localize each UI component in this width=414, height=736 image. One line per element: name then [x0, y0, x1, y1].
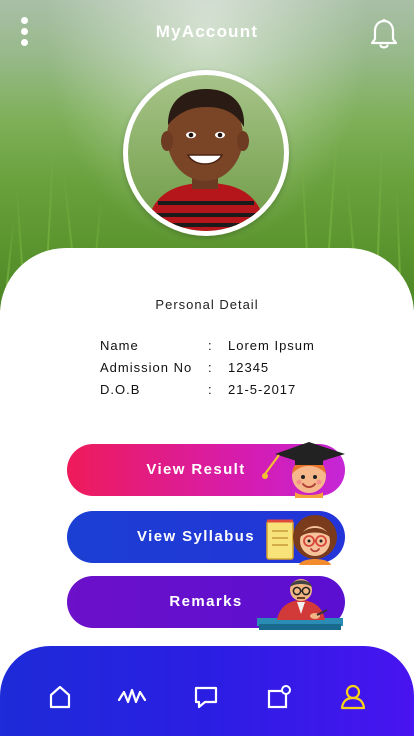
detail-label: Admission No — [100, 360, 193, 375]
detail-row-dob: D.O.B : 21-5-2017 — [100, 382, 360, 404]
student-girl-icon — [266, 515, 337, 565]
home-icon[interactable] — [47, 684, 73, 710]
profile-icon[interactable] — [339, 684, 367, 710]
detail-label: Name — [100, 338, 139, 353]
detail-separator: : — [208, 360, 213, 375]
detail-separator: : — [208, 382, 213, 397]
detail-value: 21-5-2017 — [228, 382, 297, 397]
view-result-button[interactable]: View Result — [67, 442, 345, 498]
profile-avatar[interactable] — [123, 70, 289, 236]
detail-value: 12345 — [228, 360, 270, 375]
teacher-icon — [257, 579, 343, 630]
detail-row-name: Name : Lorem Ipsum — [100, 338, 360, 360]
avatar-photo — [128, 75, 284, 231]
detail-row-admission: Admission No : 12345 — [100, 360, 360, 382]
notice-icon[interactable] — [266, 684, 292, 710]
detail-label: D.O.B — [100, 382, 141, 397]
chat-icon[interactable] — [193, 684, 219, 710]
bottom-navigation — [0, 646, 414, 736]
personal-details: Name : Lorem Ipsum Admission No : 12345 … — [100, 338, 360, 404]
detail-separator: : — [208, 338, 213, 353]
top-bar: MyAccount — [0, 0, 414, 64]
section-title: Personal Detail — [155, 297, 259, 312]
remarks-button[interactable]: Remarks — [67, 576, 345, 630]
graduate-kid-icon — [262, 442, 345, 498]
detail-value: Lorem Ipsum — [228, 338, 315, 353]
activity-icon[interactable] — [117, 684, 147, 710]
page-title: MyAccount — [155, 22, 259, 41]
notification-bell-icon[interactable] — [370, 18, 398, 50]
view-syllabus-button[interactable]: View Syllabus — [67, 511, 345, 565]
